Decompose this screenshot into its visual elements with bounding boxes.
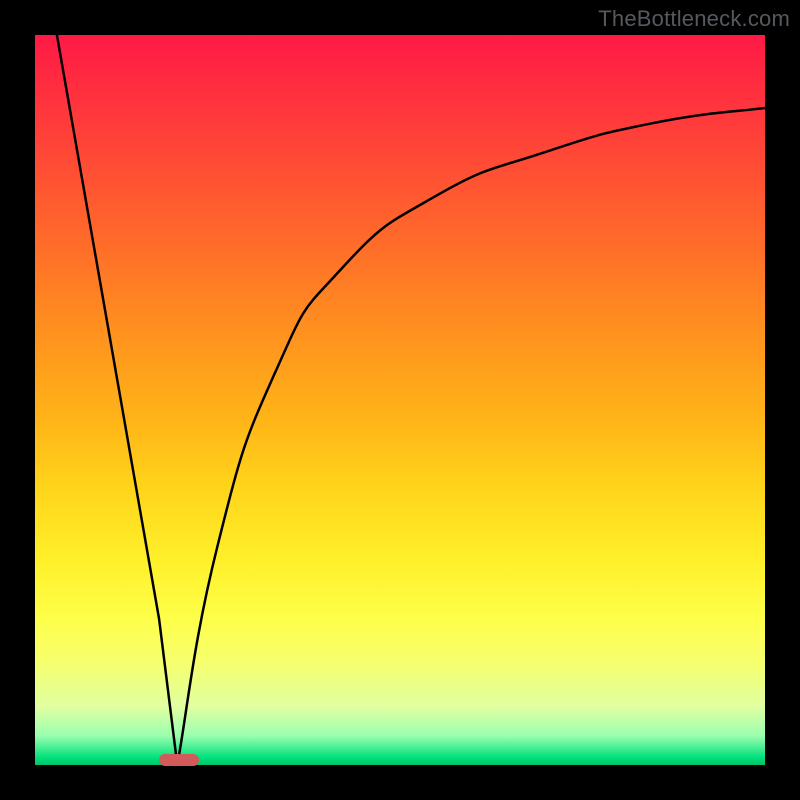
watermark-text: TheBottleneck.com [598,6,790,32]
plot-area [35,35,765,765]
curve-svg [35,35,765,765]
bottleneck-marker [159,754,199,766]
curve-path [57,35,765,765]
bottleneck-chart: TheBottleneck.com [0,0,800,800]
